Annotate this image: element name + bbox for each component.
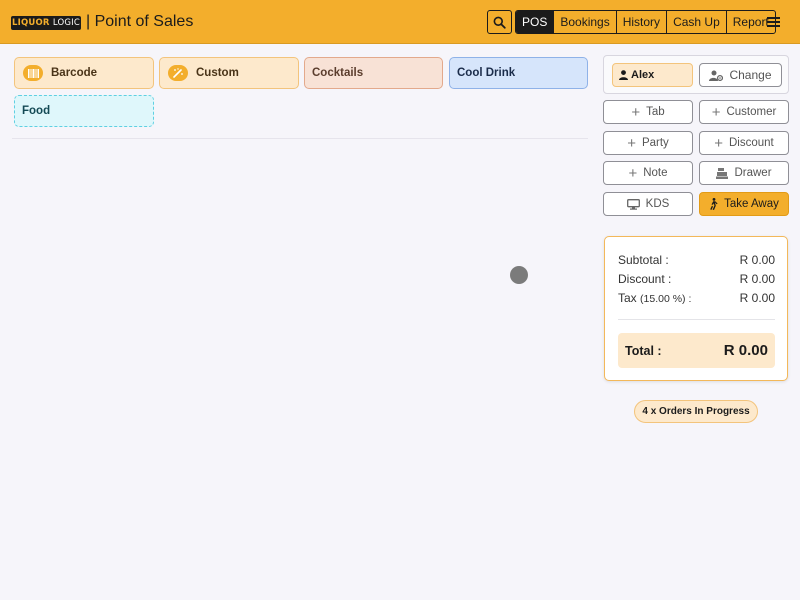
barcode-icon — [23, 65, 43, 81]
top-bar: LIQUOR LOGIC | Point of Sales POS Bookin… — [0, 0, 800, 44]
category-custom[interactable]: Custom — [159, 57, 299, 89]
add-party-button[interactable]: + Party — [603, 131, 693, 155]
tax-row: Tax (15.00 %) : R 0.00 — [618, 291, 775, 305]
user-name: Alex — [631, 69, 655, 81]
nav-bookings[interactable]: Bookings — [553, 11, 615, 33]
menu-button[interactable] — [764, 12, 782, 32]
hamburger-icon — [766, 17, 780, 27]
category-label: Cool Drink — [457, 67, 516, 79]
user-icon — [619, 70, 628, 80]
category-food[interactable]: Food — [14, 95, 154, 127]
grand-total: Total : R 0.00 — [618, 333, 775, 368]
add-tab-button[interactable]: + Tab — [603, 100, 693, 124]
current-user: Alex — [612, 63, 693, 87]
walking-person-icon — [710, 198, 718, 210]
category-label: Barcode — [51, 67, 98, 79]
plus-icon: + — [627, 134, 636, 152]
cash-register-icon — [716, 167, 729, 179]
take-away-button[interactable]: Take Away — [699, 192, 789, 216]
category-label: Cocktails — [312, 67, 364, 79]
plus-icon: + — [628, 164, 638, 182]
app-title: | Point of Sales — [86, 13, 194, 30]
plus-icon: + — [631, 103, 641, 121]
subtotal-row: Subtotal : R 0.00 — [618, 253, 775, 267]
monitor-icon — [626, 198, 640, 210]
logo: LIQUOR LOGIC — [11, 16, 81, 30]
category-cocktails[interactable]: Cocktails — [304, 57, 443, 89]
kds-button[interactable]: KDS — [603, 192, 693, 216]
discount-row: Discount : R 0.00 — [618, 272, 775, 286]
add-note-button[interactable]: + Note — [603, 161, 693, 185]
nav-pos[interactable]: POS — [516, 11, 554, 33]
category-label: Custom — [196, 67, 239, 79]
nav-cash-up[interactable]: Cash Up — [666, 11, 726, 33]
user-panel: Alex Change — [603, 55, 789, 94]
orders-in-progress-badge[interactable]: 4 x Orders In Progress — [634, 400, 758, 423]
products-divider — [12, 138, 588, 139]
nav-history[interactable]: History — [615, 11, 666, 33]
search-icon — [493, 16, 506, 29]
order-totals-card: Subtotal : R 0.00 Discount : R 0.00 Tax … — [604, 236, 788, 381]
magic-wand-icon — [168, 65, 188, 81]
add-discount-button[interactable]: + Discount — [699, 131, 789, 155]
main-nav: POS Bookings History Cash Up Report — [515, 10, 776, 34]
add-customer-button[interactable]: + Customer — [699, 100, 789, 124]
category-cool-drink[interactable]: Cool Drink — [449, 57, 588, 89]
totals-divider — [618, 319, 775, 320]
plus-icon: + — [711, 103, 721, 121]
open-drawer-button[interactable]: Drawer — [699, 161, 789, 185]
category-label: Food — [22, 105, 51, 117]
change-user-button[interactable]: Change — [699, 63, 782, 87]
user-gear-icon — [709, 70, 724, 81]
search-button[interactable] — [487, 10, 512, 34]
category-barcode[interactable]: Barcode — [14, 57, 154, 89]
plus-icon: + — [714, 134, 723, 152]
loading-indicator — [510, 266, 528, 284]
